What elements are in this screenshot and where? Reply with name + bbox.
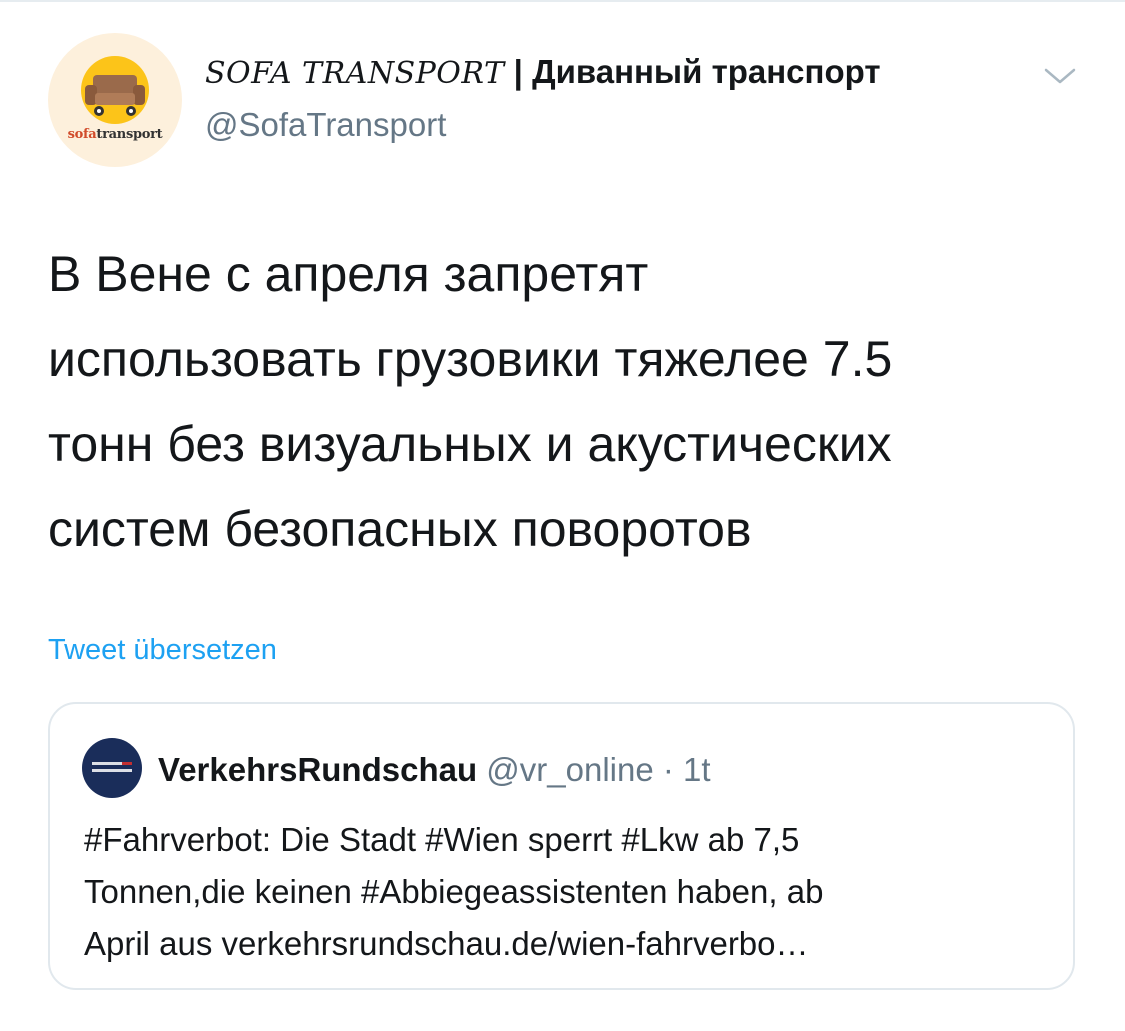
logo-mark xyxy=(92,762,132,765)
author-name-separator: | xyxy=(504,53,533,90)
quoted-author-name[interactable]: VerkehrsRundschau xyxy=(158,751,477,788)
author-avatar[interactable]: sofatransport xyxy=(48,33,182,167)
chevron-down-icon[interactable] xyxy=(1040,64,1080,88)
quoted-tweet-time[interactable]: 1t xyxy=(683,751,711,788)
author-name-serif: SOFA TRANSPORT xyxy=(205,56,505,91)
translate-tweet-link[interactable]: Tweet übersetzen xyxy=(48,630,277,670)
quoted-tweet-header: VerkehrsRundschau @vr_online · 1t xyxy=(158,748,711,799)
tweet-text: В Вене с апреля запретят использовать гр… xyxy=(48,246,893,557)
author-handle[interactable]: @SofaTransport xyxy=(205,104,446,146)
meta-separator: · xyxy=(653,751,684,788)
author-name-bold: Диванный транспорт xyxy=(532,53,881,90)
sofa-icon xyxy=(81,56,149,124)
quoted-author-avatar[interactable] xyxy=(82,738,142,798)
quoted-tweet-text: #Fahrverbot: Die Stadt #Wien sperrt #Lkw… xyxy=(84,821,824,962)
avatar-logo-text: sofatransport xyxy=(67,127,163,142)
quoted-author-handle[interactable]: @vr_online xyxy=(477,751,653,788)
logo-mark xyxy=(92,769,132,772)
top-divider xyxy=(0,0,1125,2)
author-display-name[interactable]: SOFA TRANSPORT | Диванный транспорт xyxy=(205,52,881,94)
quoted-tweet-card[interactable]: VerkehrsRundschau @vr_online · 1t #Fahrv… xyxy=(48,702,1075,990)
